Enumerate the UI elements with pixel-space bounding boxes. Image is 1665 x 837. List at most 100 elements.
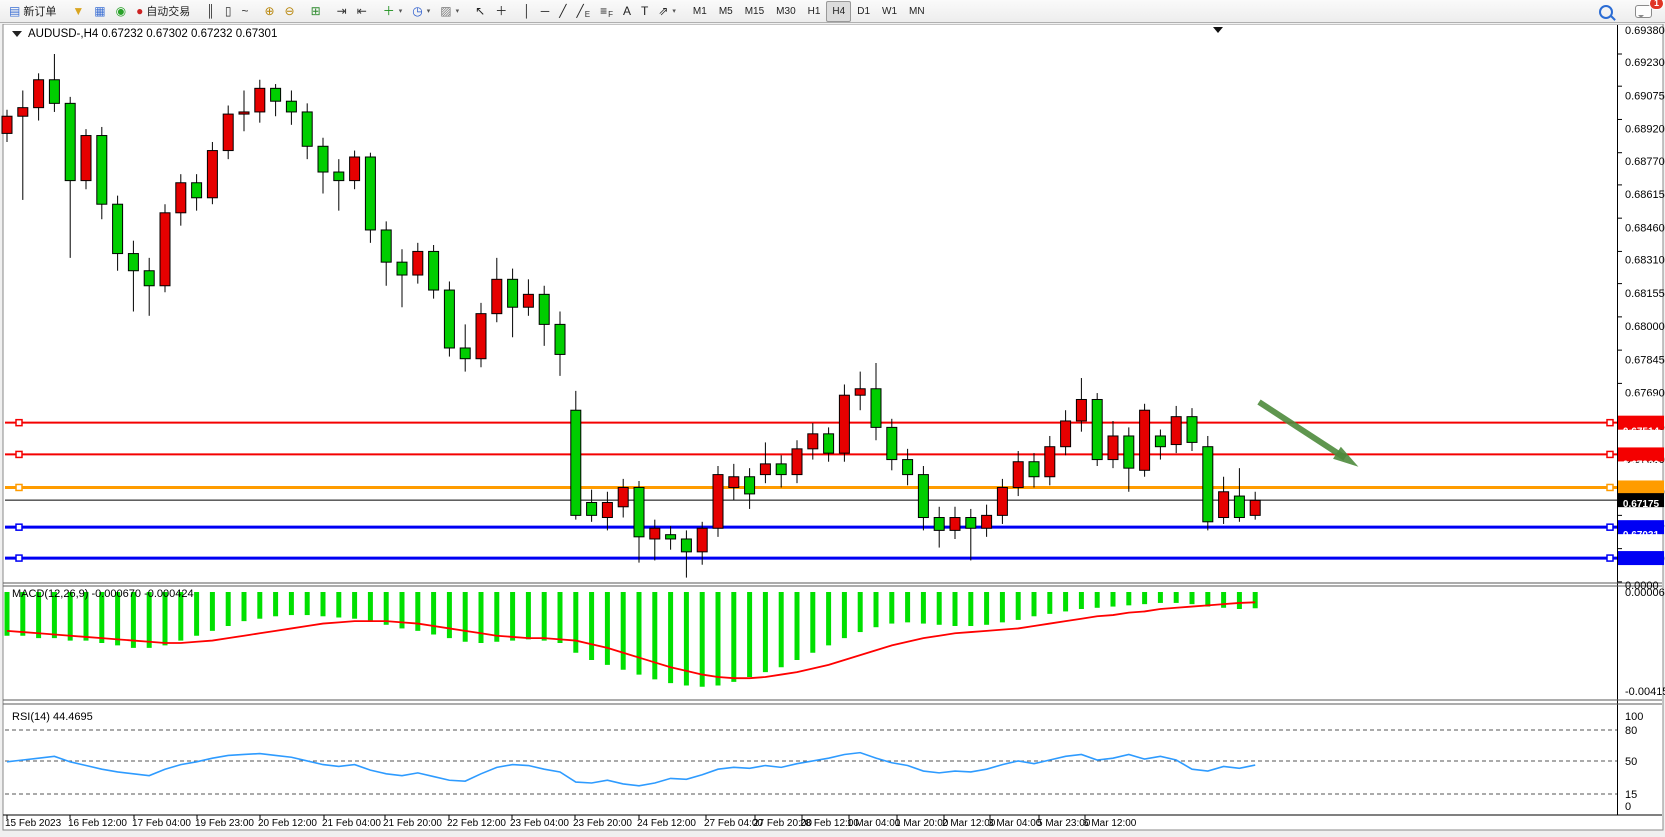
new-order-button[interactable]: ▤新订单 bbox=[4, 1, 61, 22]
periods-button[interactable]: ◷▾ bbox=[407, 1, 435, 22]
chart-background bbox=[3, 24, 1663, 830]
candle-body bbox=[760, 464, 770, 475]
rsi-axis-label: 0 bbox=[1625, 801, 1631, 813]
resistance-line-1-handle[interactable] bbox=[16, 420, 22, 426]
candle-body bbox=[555, 324, 565, 354]
pivot-line-handle[interactable] bbox=[16, 484, 22, 490]
bar-chart-icon: ║ bbox=[206, 5, 215, 17]
macd-label: MACD(12,26,9) -0.000670 -0.000424 bbox=[12, 588, 194, 600]
support-line-2-price-tag bbox=[1618, 551, 1664, 565]
timeframe-m30[interactable]: M30 bbox=[770, 1, 801, 22]
candle-body bbox=[587, 502, 597, 515]
timeframe-w1[interactable]: W1 bbox=[876, 1, 903, 22]
price-tick-label: 0.68000 bbox=[1625, 321, 1665, 333]
trendline-button[interactable]: ╱ bbox=[554, 1, 571, 22]
candle-body bbox=[997, 487, 1007, 515]
timeframe-h1[interactable]: H1 bbox=[802, 1, 827, 22]
candle-body bbox=[1219, 492, 1229, 518]
candle-body bbox=[855, 389, 865, 395]
support-line-2-handle[interactable] bbox=[1607, 555, 1613, 561]
bar-chart-button[interactable]: ║ bbox=[201, 1, 220, 22]
price-tick-label: 0.68770 bbox=[1625, 156, 1665, 168]
candle-body bbox=[1124, 436, 1134, 468]
candle-body bbox=[1155, 436, 1165, 447]
autotrading-icon: ● bbox=[136, 5, 143, 17]
candlestick-button[interactable]: ▯ bbox=[220, 1, 237, 22]
candle-body bbox=[350, 157, 360, 181]
timeframe-d1[interactable]: D1 bbox=[851, 1, 876, 22]
time-tick-label: 3 Mar 04:00 bbox=[988, 818, 1042, 829]
candle-body bbox=[918, 475, 928, 518]
market-watch-button[interactable]: ▦ bbox=[89, 1, 110, 22]
time-tick-label: 23 Feb 20:00 bbox=[573, 818, 632, 829]
signals-icon: ◉ bbox=[116, 5, 126, 17]
autotrading-button[interactable]: ●自动交易 bbox=[131, 1, 195, 22]
support-line-2-handle[interactable] bbox=[16, 555, 22, 561]
tile-windows-button[interactable]: ⊞ bbox=[306, 1, 326, 22]
line-chart-button[interactable]: ~ bbox=[236, 1, 253, 22]
resistance-line-2-handle[interactable] bbox=[1607, 451, 1613, 457]
cursor-button[interactable]: ↖ bbox=[470, 1, 490, 22]
alerts-button[interactable]: 1 bbox=[1630, 1, 1657, 22]
tile-windows-icon: ⊞ bbox=[311, 5, 321, 17]
candle-body bbox=[255, 88, 265, 112]
search-button[interactable] bbox=[1594, 1, 1618, 22]
zoom-out-button[interactable]: ⊖ bbox=[280, 1, 300, 22]
toolbar-right: 1 bbox=[1594, 0, 1657, 23]
zoom-in-button[interactable]: ⊕ bbox=[259, 1, 279, 22]
fibonacci-icon: ≡ bbox=[600, 5, 607, 17]
chart-canvas[interactable]: 0.693800.692300.690750.689200.687700.686… bbox=[0, 24, 1665, 837]
fibonacci-button[interactable]: ≡F bbox=[595, 1, 618, 22]
vertical-line-button[interactable]: │ bbox=[518, 1, 536, 22]
resistance-line-1-handle[interactable] bbox=[1607, 420, 1613, 426]
equidistant-channel-button[interactable]: ╱E bbox=[571, 1, 595, 22]
candle-body bbox=[1045, 447, 1055, 477]
candle-body bbox=[444, 290, 454, 348]
timeframe-m1[interactable]: M1 bbox=[687, 1, 713, 22]
rsi-axis-label: 15 bbox=[1625, 789, 1637, 801]
candle-body bbox=[334, 172, 344, 181]
candle-body bbox=[729, 477, 739, 488]
indicators-button[interactable]: ＋▾ bbox=[378, 1, 408, 22]
candle-body bbox=[128, 254, 138, 271]
candle-body bbox=[286, 101, 296, 112]
price-tick-label: 0.68615 bbox=[1625, 189, 1665, 201]
pivot-line-price-tag-label: 0.67360 bbox=[1623, 459, 1660, 470]
text-button[interactable]: A bbox=[618, 1, 636, 22]
support-line-1-handle[interactable] bbox=[1607, 524, 1613, 530]
candle-body bbox=[1187, 417, 1197, 443]
pivot-line-handle[interactable] bbox=[1607, 484, 1613, 490]
auto-scroll-button[interactable]: ⇥ bbox=[332, 1, 352, 22]
timeframe-mn[interactable]: MN bbox=[903, 1, 931, 22]
timeframe-m15[interactable]: M15 bbox=[739, 1, 770, 22]
candle-body bbox=[2, 116, 12, 133]
support-line-2-price-tag-label: 0.67031 bbox=[1623, 530, 1660, 541]
candle bbox=[713, 466, 723, 537]
templates-button[interactable]: ▨▾ bbox=[435, 1, 464, 22]
auto-scroll-icon: ⇥ bbox=[337, 5, 347, 17]
arrows-button[interactable]: ⇗▾ bbox=[653, 1, 681, 22]
funnel-button[interactable]: ▼ bbox=[67, 1, 89, 22]
horizontal-line-button[interactable]: ─ bbox=[536, 1, 555, 22]
timeframe-m5[interactable]: M5 bbox=[713, 1, 739, 22]
dropdown-caret-icon: ▾ bbox=[427, 7, 431, 15]
crosshair-button[interactable]: ＋ bbox=[490, 1, 512, 22]
candle bbox=[571, 391, 581, 520]
search-icon bbox=[1599, 5, 1613, 19]
candle bbox=[1092, 393, 1102, 466]
chart-shift-button[interactable]: ⇤ bbox=[352, 1, 372, 22]
text-label-button[interactable]: T bbox=[636, 1, 653, 22]
toolbar-buttons: ▤新订单 ▼▦ ◉ ●自动交易 ║ ▯ ~ ⊕⊖ ⊞ ⇥ ⇤ ＋▾◷▾▨▾ ↖＋ │─╱╱E≡FAT⇗▾ bbox=[4, 1, 687, 22]
new-order-button-label: 新订单 bbox=[23, 3, 56, 19]
candlestick-icon: ▯ bbox=[225, 5, 232, 17]
time-tick-label: 22 Feb 12:00 bbox=[447, 818, 506, 829]
candle bbox=[365, 153, 375, 243]
signals-button[interactable]: ◉ bbox=[111, 1, 131, 22]
support-line-1-handle[interactable] bbox=[16, 524, 22, 530]
candle-body bbox=[207, 151, 217, 198]
timeframe-h4[interactable]: H4 bbox=[826, 1, 851, 22]
resistance-line-2-handle[interactable] bbox=[16, 451, 22, 457]
price-tags: 0.676620.675140.673600.673010.671750.670… bbox=[1618, 395, 1664, 565]
candle-body bbox=[792, 449, 802, 475]
candle-body bbox=[697, 528, 707, 552]
